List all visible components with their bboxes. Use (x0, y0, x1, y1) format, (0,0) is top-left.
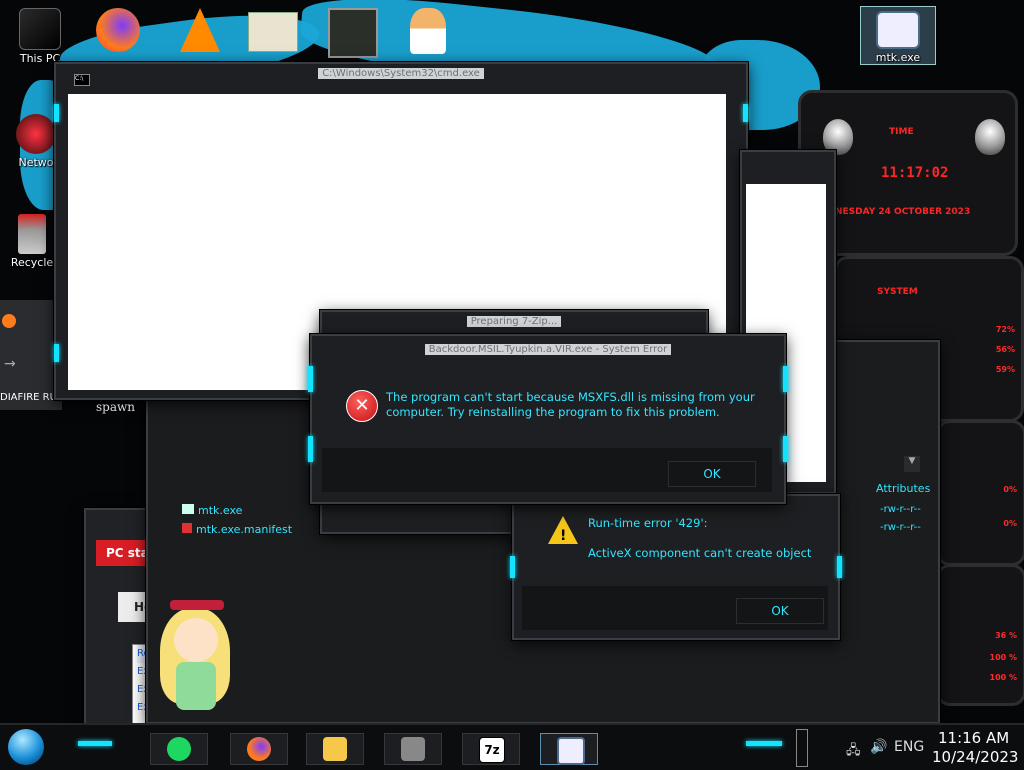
cyan-accent (837, 556, 842, 578)
system-error-ok-button[interactable]: OK (668, 461, 756, 487)
mtk-icon (557, 737, 585, 765)
language-indicator[interactable]: ENG (894, 739, 924, 755)
taskbar-file-explorer[interactable] (306, 733, 364, 765)
disk-gadget: 0% 0% (936, 420, 1024, 566)
system-error-dialog[interactable]: Backdoor.MSIL.Tyupkin.a.VIR.exe - System… (308, 334, 788, 504)
taskbar: 7z 🖧 🔊 ENG 11:16 AM 10/24/2023 (0, 723, 1024, 770)
pc-status-header-text: PC sta (106, 546, 149, 560)
net-value: 100 % (989, 673, 1018, 682)
file-name: mtk.exe (198, 504, 243, 517)
alien-head-icon (975, 119, 1005, 155)
diafire-label: DIAFIRE RU (0, 392, 57, 403)
taskbar-firefox[interactable] (230, 733, 288, 765)
network-tray-icon[interactable]: 🖧 (846, 741, 861, 763)
desktop-icon-label: Recycle (10, 256, 54, 269)
window-icon (876, 11, 920, 49)
cyan-accent (308, 436, 313, 462)
disk-value: 0% (1003, 485, 1017, 494)
network-gadget: 36 % 100 % 100 % (936, 564, 1024, 706)
time-value: 11:17:02 (881, 165, 949, 181)
mascot-dress (176, 662, 216, 710)
attributes-header: Attributes (876, 482, 931, 495)
taskbar-wall-app[interactable] (384, 733, 442, 765)
desktop-icon-label: mtk.exe (875, 51, 921, 64)
this-pc-icon[interactable]: This PC (8, 8, 72, 65)
firefox-desktop-icon[interactable] (96, 8, 140, 52)
show-desktop-button[interactable] (796, 729, 808, 767)
mascot-sticker (156, 600, 242, 722)
system-error-title-bar[interactable]: Backdoor.MSIL.Tyupkin.a.VIR.exe - System… (312, 344, 784, 355)
time-label: TIME (889, 127, 914, 137)
spawn-text: spawn (96, 400, 135, 414)
folder-icon (323, 737, 347, 761)
cyan-accent (54, 104, 59, 122)
error-icon: ✕ (346, 390, 378, 422)
file-name: mtk.exe.manifest (196, 523, 293, 536)
taskbar-clock-time[interactable]: 11:16 AM (938, 729, 1009, 747)
file-row[interactable]: mtk.exe.manifest (182, 523, 292, 536)
cyan-accent (78, 741, 112, 746)
cyan-accent (743, 104, 748, 122)
net-value: 100 % (989, 653, 1018, 662)
app-desktop-icon[interactable] (328, 8, 378, 58)
cyan-accent (510, 556, 515, 578)
cyan-accent (54, 344, 59, 362)
firefox-icon (2, 314, 16, 328)
taskbar-7zip[interactable]: 7z (462, 733, 520, 765)
runtime-error-line1: Run-time error '429': (588, 516, 708, 530)
system-label: SYSTEM (877, 287, 918, 297)
volume-icon[interactable]: 🔊 (870, 739, 887, 755)
system-error-title: Backdoor.MSIL.Tyupkin.a.VIR.exe - System… (424, 344, 672, 355)
spotify-icon (167, 737, 191, 761)
7zip-icon: 7z (479, 737, 505, 763)
file-row[interactable]: mtk.exe (182, 504, 242, 517)
doctor-desktop-icon[interactable] (410, 8, 446, 54)
attribute-value: -rw-r--r-- (880, 504, 921, 515)
computer-icon (19, 8, 61, 50)
firefox-icon (247, 737, 271, 761)
seven-zip-title: Preparing 7-Zip... (466, 316, 562, 327)
vlc-desktop-icon[interactable] (180, 8, 220, 52)
trash-icon (18, 214, 46, 254)
runtime-error-line2: ActiveX component can't create object (588, 546, 812, 560)
runtime-error-dialog[interactable]: ! Run-time error '429': ActiveX componen… (510, 494, 842, 640)
cyan-accent (308, 366, 313, 392)
system-error-message: The program can't start because MSXFS.dl… (386, 390, 755, 419)
mtk-exe-icon[interactable]: mtk.exe (860, 6, 936, 65)
net-value: 36 % (995, 631, 1017, 640)
manifest-icon (182, 523, 192, 533)
exe-icon (182, 504, 194, 514)
wall-icon (401, 737, 425, 761)
date-value: NESDAY 24 OCTOBER 2023 (835, 207, 971, 217)
attribute-value: -rw-r--r-- (880, 522, 921, 533)
browser-fragment: → DIAFIRE RU (0, 300, 62, 410)
back-arrow-icon[interactable]: → (4, 356, 16, 372)
cyan-accent (746, 741, 782, 746)
taskbar-clock-date[interactable]: 10/24/2023 (932, 748, 1018, 766)
mascot-face (174, 618, 218, 662)
disk-value: 0% (1003, 519, 1017, 528)
cpu-value: 59% (995, 365, 1015, 374)
start-button[interactable] (8, 729, 44, 765)
cpu-value: 56% (995, 345, 1015, 354)
cmd-title: C:\Windows\System32\cmd.exe (318, 68, 484, 79)
mascot-horns (170, 600, 224, 610)
runtime-ok-button[interactable]: OK (736, 598, 824, 624)
hxd-desktop-icon[interactable] (248, 12, 298, 52)
globe-icon (16, 114, 56, 154)
warning-exclamation: ! (560, 528, 567, 544)
desktop-icon-label: Netwo (18, 156, 54, 169)
cyan-accent (783, 366, 788, 392)
cyan-accent (783, 436, 788, 462)
dropdown-arrow-icon[interactable]: ▼ (904, 456, 920, 472)
seven-zip-title-bar[interactable]: Preparing 7-Zip... (322, 316, 706, 327)
cpu-value: 72% (995, 325, 1015, 334)
taskbar-mtk[interactable] (540, 733, 598, 765)
cmd-title-bar[interactable]: C:\Windows\System32\cmd.exe (56, 68, 746, 79)
taskbar-spotify[interactable] (150, 733, 208, 765)
